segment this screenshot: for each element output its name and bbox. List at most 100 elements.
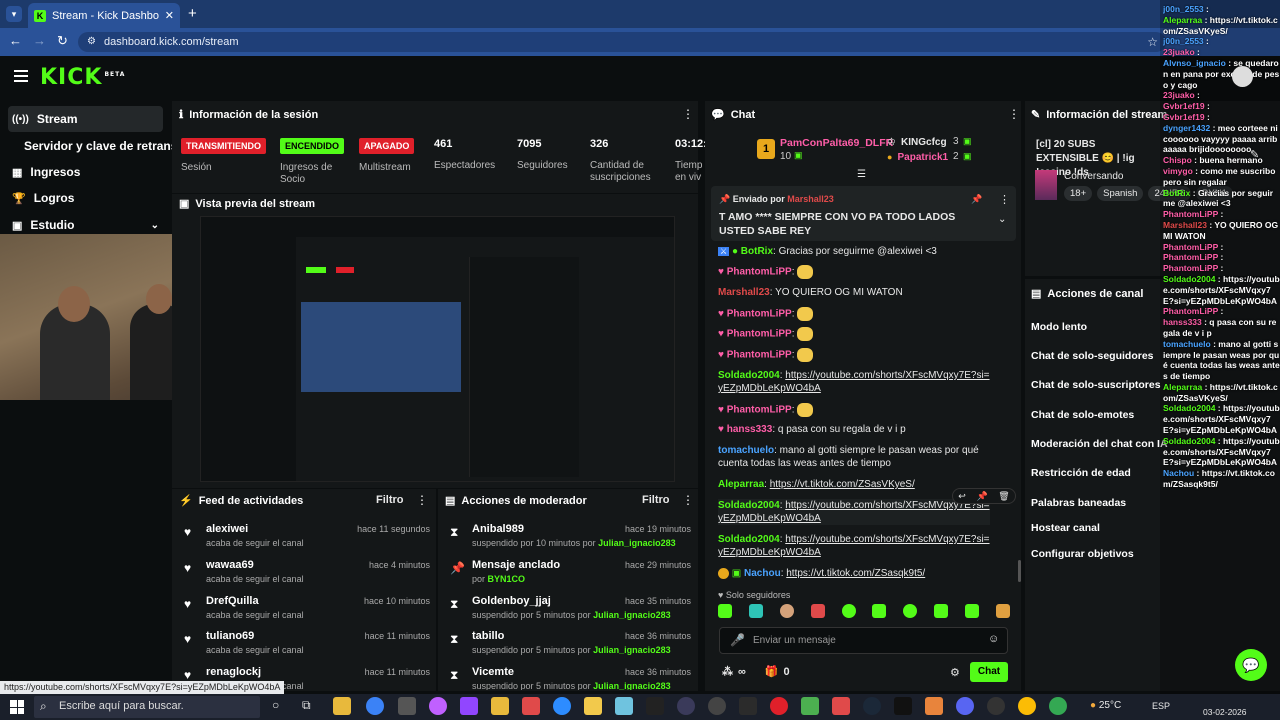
forward-icon[interactable]: → <box>33 33 46 48</box>
unpin-icon[interactable]: 📌 <box>971 194 982 205</box>
pinned-more-icon[interactable]: ⋮ <box>999 193 1010 206</box>
feed-more-icon[interactable]: ⋮ <box>416 493 428 507</box>
mod-by[interactable]: Julian_ignacio283 <box>593 610 671 620</box>
discord-icon[interactable] <box>956 697 974 715</box>
app-icon[interactable] <box>987 697 1005 715</box>
chat-settings-gear-icon[interactable]: ⚙ <box>950 666 960 679</box>
action-modo-lento[interactable]: Modo lento <box>1031 321 1087 333</box>
chat-user[interactable]: tomachuelo <box>718 445 774 456</box>
mod-by[interactable]: Julian_ignacio283 <box>598 538 676 548</box>
action-palabras-baneadas[interactable]: Palabras baneadas <box>1031 497 1126 509</box>
sidebar-item-server-key[interactable]: Servidor y clave de retransm <box>20 133 172 159</box>
back-icon[interactable]: ← <box>9 33 22 48</box>
emote-icon[interactable] <box>779 604 794 618</box>
mod-target[interactable]: Mensaje anclado <box>472 559 560 571</box>
close-tab-icon[interactable]: ✕ <box>165 9 174 22</box>
action-hostear-canal[interactable]: Hostear canal <box>1031 522 1100 534</box>
tag-chip[interactable]: 18+ <box>1064 186 1093 201</box>
language-indicator[interactable]: ESP <box>1152 701 1170 711</box>
chat-send-button[interactable]: Chat <box>970 662 1008 682</box>
app-icon[interactable] <box>832 697 850 715</box>
chat-user[interactable]: BotRix <box>741 246 773 257</box>
chat-user[interactable]: PhantomLiPP <box>727 309 792 320</box>
emote-icon[interactable] <box>872 604 887 618</box>
mod-target[interactable]: Goldenboy_jjaj <box>472 595 551 607</box>
tiktok-icon[interactable] <box>894 697 912 715</box>
zoom-icon[interactable] <box>553 697 571 715</box>
overlay-chat-fab[interactable]: 💬 <box>1235 649 1267 681</box>
action-configurar-objetivos[interactable]: Configurar objetivos <box>1031 548 1134 560</box>
emote-icon[interactable] <box>810 604 825 618</box>
users-icon[interactable]: ⁂ <box>722 665 733 678</box>
bookmark-star-icon[interactable]: ☆ <box>1147 32 1158 52</box>
category-name[interactable]: Conversando <box>1064 171 1123 182</box>
app-icon[interactable] <box>677 697 695 715</box>
reload-icon[interactable]: ↻ <box>57 33 68 49</box>
action-moderacion-ia[interactable]: Moderación del chat con IA <box>1031 438 1168 450</box>
mod-filter-button[interactable]: Filtro <box>642 494 670 506</box>
feed-user[interactable]: DrefQuilla <box>206 595 259 607</box>
chat-scrollbar[interactable] <box>1018 560 1021 582</box>
chat-user[interactable]: Soldado2004 <box>718 370 780 381</box>
sidebar-item-ingresos[interactable]: ▦ Ingresos <box>8 159 163 185</box>
action-restriccion-edad[interactable]: Restricción de edad <box>1031 467 1131 479</box>
mod-target[interactable]: Anibal989 <box>472 523 524 535</box>
task-view-icon[interactable]: ⧉ <box>302 698 311 713</box>
kick-logo[interactable]: KICK BETA <box>40 65 125 90</box>
emote-icon[interactable] <box>718 604 732 618</box>
pin-message-icon[interactable]: 📌 <box>976 491 987 502</box>
chat-user[interactable]: Nachou <box>744 568 781 579</box>
mod-by[interactable]: BYN1CO <box>488 574 526 584</box>
chat-more-icon[interactable]: ⋮ <box>1008 107 1020 121</box>
mod-by[interactable]: Julian_ignacio283 <box>593 681 671 690</box>
action-solo-emotes[interactable]: Chat de solo-emotes <box>1031 409 1134 421</box>
tag-chip[interactable]: Spanish <box>1097 186 1144 201</box>
store-icon[interactable] <box>398 697 416 715</box>
site-info-icon[interactable]: ⚙ <box>87 32 96 52</box>
gift-icon[interactable]: 🎁 <box>765 665 779 678</box>
sidebar-item-stream[interactable]: ((•)) Stream <box>8 106 163 132</box>
action-solo-seguidores[interactable]: Chat de solo-seguidores <box>1031 350 1154 362</box>
app-icon[interactable] <box>646 697 664 715</box>
chat-user[interactable]: PhantomLiPP <box>727 329 792 340</box>
chevron-down-icon[interactable]: ⌄ <box>998 214 1006 225</box>
emote-icon[interactable] <box>995 604 1010 618</box>
chat-link[interactable]: https://vt.tiktok.com/ZSasVKyeS/ <box>770 479 915 490</box>
windows-start-icon[interactable] <box>10 700 24 714</box>
delete-icon[interactable]: 🗑 <box>998 491 1009 502</box>
app-icon[interactable] <box>615 697 633 715</box>
opera-icon[interactable] <box>770 697 788 715</box>
feed-user[interactable]: renaglockj <box>206 666 261 678</box>
sidebar-item-logros[interactable]: 🏆 Logros <box>8 185 163 211</box>
collapse-leaderboard-icon[interactable]: ☰ <box>857 169 866 180</box>
taskbar-search[interactable]: ⌕ Escribe aquí para buscar. <box>34 696 260 718</box>
session-more-icon[interactable]: ⋮ <box>682 107 694 121</box>
chat-user[interactable]: Soldado2004 <box>718 500 780 511</box>
emote-icon[interactable] <box>841 604 856 618</box>
chat-user[interactable]: PhantomLiPP <box>727 267 792 278</box>
emote-icon[interactable] <box>903 604 918 618</box>
chrome-active-icon[interactable] <box>1049 697 1067 715</box>
chat-link[interactable]: https://vt.tiktok.com/ZSasqk9t5/ <box>786 568 925 579</box>
feed-filter-button[interactable]: Filtro <box>376 494 404 506</box>
chat-user[interactable]: hanss333 <box>727 424 773 435</box>
app-icon[interactable] <box>522 697 540 715</box>
settings-gear-icon[interactable] <box>708 697 726 715</box>
chat-user[interactable]: PhantomLiPP <box>727 350 792 361</box>
browser-tab[interactable]: K Stream - Kick Dashboard ✕ <box>28 3 180 28</box>
overlay-edit-icon[interactable]: ✎ <box>1250 148 1259 161</box>
feed-user[interactable]: tuliano69 <box>206 630 254 642</box>
top-gifter-name[interactable]: PamConPalta69_DLFR <box>780 137 893 149</box>
weather-widget[interactable]: ● 25°C <box>1090 700 1121 711</box>
chat-user[interactable]: Aleparraa <box>718 479 764 490</box>
url-bar[interactable]: ⚙ dashboard.kick.com/stream ☆ <box>78 32 1166 52</box>
mic-icon[interactable]: 🎤 <box>730 633 745 647</box>
app-icon[interactable] <box>429 697 447 715</box>
minecraft-icon[interactable] <box>801 697 819 715</box>
chat-user[interactable]: Soldado2004 <box>718 534 780 545</box>
feed-user[interactable]: wawaa69 <box>206 559 254 571</box>
emote-icon[interactable] <box>934 604 949 618</box>
chat-input[interactable]: 🎤 Enviar un mensaje ☺ <box>719 627 1008 654</box>
notes-icon[interactable] <box>584 697 602 715</box>
mod-target[interactable]: tabillo <box>472 630 504 642</box>
